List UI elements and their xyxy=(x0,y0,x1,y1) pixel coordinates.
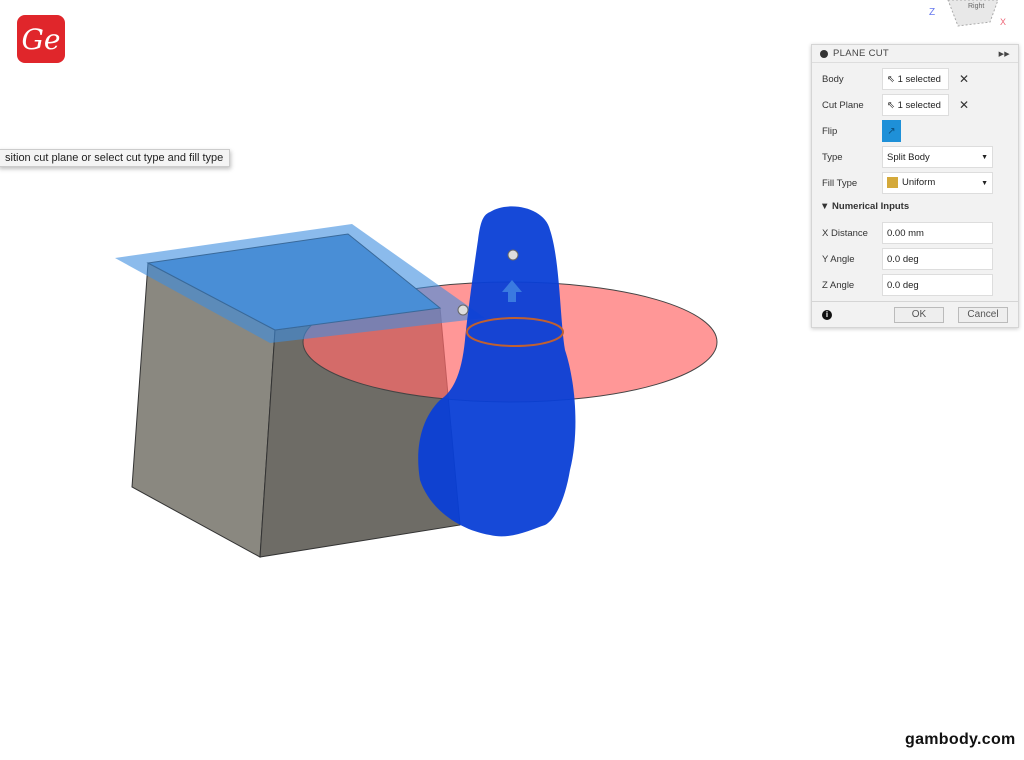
panel-status-icon xyxy=(820,49,828,58)
section-label: Numerical Inputs xyxy=(832,201,910,212)
x-distance-label: X Distance xyxy=(822,227,868,239)
body-row: Body ⇖ 1 selected ✕ xyxy=(822,68,969,90)
z-angle-row: Z Angle 0.0 deg xyxy=(822,274,993,296)
type-label: Type xyxy=(822,151,843,163)
cut-plane-selector[interactable]: ⇖ 1 selected xyxy=(882,94,949,116)
type-value: Split Body xyxy=(887,151,930,163)
body-selector[interactable]: ⇖ 1 selected xyxy=(882,68,949,90)
body-value: 1 selected xyxy=(897,73,941,85)
z-angle-label: Z Angle xyxy=(822,279,855,291)
x-distance-row: X Distance 0.00 mm xyxy=(822,222,993,244)
numerical-inputs-toggle[interactable]: ▼ Numerical Inputs xyxy=(820,201,909,212)
panel-header: PLANE CUT ▶▶ xyxy=(812,45,1018,63)
axis-x-label: X xyxy=(1000,17,1006,27)
panel-footer: i OK Cancel xyxy=(812,301,1018,327)
body-label: Body xyxy=(822,73,844,85)
panel-title: PLANE CUT xyxy=(833,48,890,59)
z-angle-input[interactable]: 0.0 deg xyxy=(882,274,993,296)
axis-z-label: Z xyxy=(929,7,935,18)
rotate-handle-icon[interactable] xyxy=(457,304,469,316)
info-icon[interactable]: i xyxy=(822,309,832,320)
gambody-logo: Ge xyxy=(17,15,65,63)
fill-type-dropdown[interactable]: Uniform ▼ xyxy=(882,172,993,194)
clear-body-icon[interactable]: ✕ xyxy=(959,72,969,86)
cut-plane-label: Cut Plane xyxy=(822,99,864,111)
expand-icon[interactable]: ▶▶ xyxy=(999,50,1010,58)
y-angle-row: Y Angle 0.0 deg xyxy=(822,248,993,270)
flip-row: Flip ↗ xyxy=(822,120,901,142)
cut-plane-value: 1 selected xyxy=(897,99,941,111)
uniform-fill-icon xyxy=(887,177,898,189)
cancel-button[interactable]: Cancel xyxy=(958,306,1008,323)
y-angle-label: Y Angle xyxy=(822,253,855,265)
flip-label: Flip xyxy=(822,125,838,137)
clear-cut-plane-icon[interactable]: ✕ xyxy=(959,98,969,112)
cut-plane-row: Cut Plane ⇖ 1 selected ✕ xyxy=(822,94,969,116)
x-distance-input[interactable]: 0.00 mm xyxy=(882,222,993,244)
type-dropdown[interactable]: Split Body ▼ xyxy=(882,146,993,168)
tooltip: sition cut plane or select cut type and … xyxy=(0,149,231,167)
fill-type-value: Uniform xyxy=(902,177,936,189)
chevron-down-icon: ▼ xyxy=(981,153,988,161)
viewcube-face: Right xyxy=(968,3,984,10)
fill-type-row: Fill Type Uniform ▼ xyxy=(822,172,993,194)
viewcube[interactable]: Right Z X xyxy=(928,0,1008,32)
cursor-icon: ⇖ xyxy=(887,99,898,111)
flip-button[interactable]: ↗ xyxy=(882,120,901,142)
chevron-down-icon: ▼ xyxy=(981,179,988,187)
plane-cut-panel: PLANE CUT ▶▶ Body ⇖ 1 selected ✕ Cut Pla… xyxy=(811,44,1019,328)
type-row: Type Split Body ▼ xyxy=(822,146,993,168)
y-angle-input[interactable]: 0.0 deg xyxy=(882,248,993,270)
ok-button[interactable]: OK xyxy=(894,306,944,323)
cursor-icon: ⇖ xyxy=(887,73,898,85)
rotate-handle-icon[interactable] xyxy=(507,249,519,261)
triangle-down-icon: ▼ xyxy=(820,201,833,212)
watermark: gambody.com xyxy=(905,731,1016,748)
fill-type-label: Fill Type xyxy=(822,177,858,189)
